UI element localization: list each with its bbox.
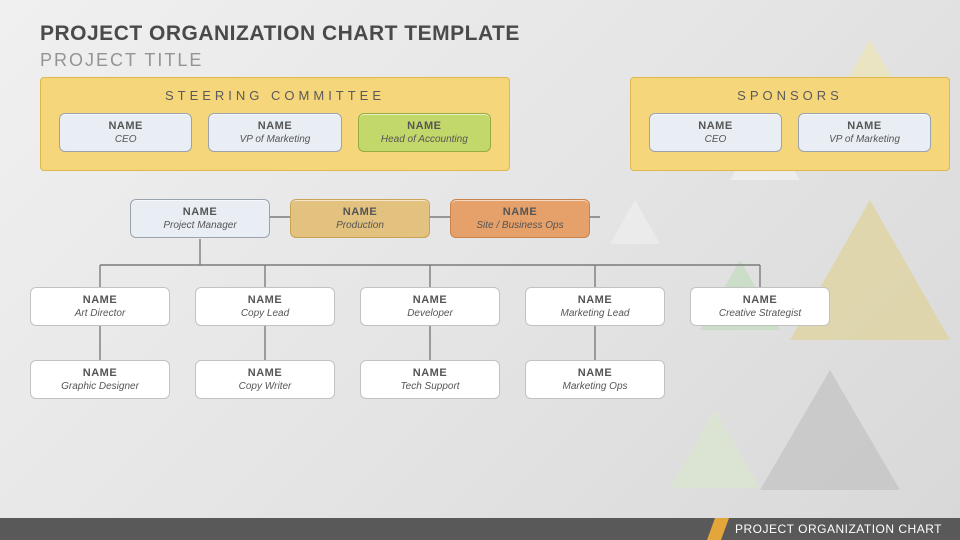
- staff-card: NAMEGraphic Designer: [30, 360, 170, 399]
- sponsor-card: NAMECEO: [649, 113, 782, 152]
- org-chart: NAMEProject Manager NAMEProduction NAMES…: [40, 195, 920, 445]
- sponsors-panel: SPONSORS NAMECEO NAMEVP of Marketing: [630, 77, 950, 171]
- staff-card: NAMECopy Writer: [195, 360, 335, 399]
- lead-card: NAMEDeveloper: [360, 287, 500, 326]
- sponsors-heading: SPONSORS: [649, 88, 931, 103]
- lead-card: NAMECreative Strategist: [690, 287, 830, 326]
- footer-accent-icon: [707, 518, 729, 540]
- manager-card: NAMEProduction: [290, 199, 430, 238]
- page-subtitle: PROJECT TITLE: [40, 50, 920, 71]
- lead-card: NAMEArt Director: [30, 287, 170, 326]
- manager-card: NAMEProject Manager: [130, 199, 270, 238]
- steering-heading: STEERING COMMITTEE: [59, 88, 491, 103]
- manager-card: NAMESite / Business Ops: [450, 199, 590, 238]
- footer-bar: PROJECT ORGANIZATION CHART: [0, 518, 960, 540]
- staff-card: NAMETech Support: [360, 360, 500, 399]
- steering-card: NAMECEO: [59, 113, 192, 152]
- staff-card: NAMEMarketing Ops: [525, 360, 665, 399]
- page-title: PROJECT ORGANIZATION CHART TEMPLATE: [40, 22, 920, 46]
- footer-text: PROJECT ORGANIZATION CHART: [735, 522, 942, 536]
- steering-card: NAMEHead of Accounting: [358, 113, 491, 152]
- steering-card: NAMEVP of Marketing: [208, 113, 341, 152]
- steering-panel: STEERING COMMITTEE NAMECEO NAMEVP of Mar…: [40, 77, 510, 171]
- lead-card: NAMEMarketing Lead: [525, 287, 665, 326]
- lead-card: NAMECopy Lead: [195, 287, 335, 326]
- sponsor-card: NAMEVP of Marketing: [798, 113, 931, 152]
